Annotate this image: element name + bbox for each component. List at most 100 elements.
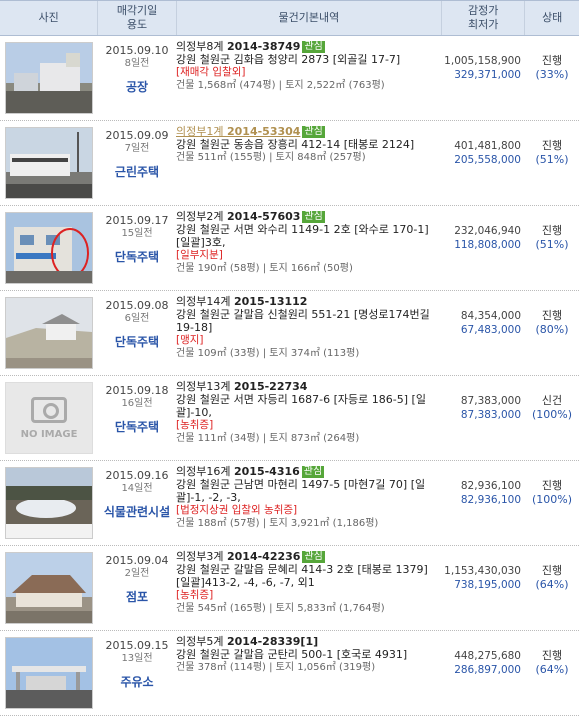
property-use[interactable]: 근린주택 (98, 166, 176, 179)
status-percent: (64%) (535, 578, 569, 591)
header-use-label: 용도 (126, 18, 148, 31)
appraisal-price: 232,046,940 (454, 225, 521, 237)
table-row[interactable]: 2015.09.10 8일전 공장 의정부8계 2014-38749 관심 강원 … (0, 36, 579, 121)
area-info: 건물 378㎡ (114평) | 토지 1,056㎡ (319평) (176, 662, 376, 673)
case-line[interactable]: 의정부13계 2015-22734 (176, 380, 442, 393)
status-percent: (100%) (531, 493, 573, 506)
case-line[interactable]: 의정부8계 2014-38749 관심 (176, 40, 442, 53)
court-name: 의정부13계 (176, 380, 231, 393)
appraisal-price: 87,383,000 (460, 395, 521, 407)
property-photo[interactable] (5, 127, 93, 199)
minimum-price: 87,383,000 (460, 409, 521, 421)
case-number[interactable]: 2015-13112 (234, 295, 307, 308)
property-photo[interactable] (5, 552, 93, 624)
area-info: 건물 190㎡ (58평) | 토지 166㎡ (50평) (176, 263, 353, 274)
status-percent: (33%) (535, 68, 569, 81)
sale-date: 2015.09.10 (105, 44, 169, 57)
interest-badge[interactable]: 관심 (302, 211, 325, 223)
case-line[interactable]: 의정부14계 2015-13112 (176, 295, 442, 308)
appraisal-price: 1,153,430,030 (444, 565, 521, 577)
case-number[interactable]: 2014-28339[1] (227, 635, 318, 648)
sale-date: 2015.09.16 (105, 469, 169, 482)
status-text: 진행 (541, 564, 563, 577)
property-photo[interactable] (5, 42, 93, 114)
property-address: 강원 철원군 갈말읍 문혜리 414-3 2호 [태봉로 1379] [일괄]4… (176, 563, 428, 589)
case-line[interactable]: 의정부3계 2014-42236 관심 (176, 550, 442, 563)
property-use[interactable]: 단독주택 (98, 251, 176, 264)
table-row[interactable]: 2015.09.15 13일전 주유소 의정부5계 2014-28339[1] … (0, 631, 579, 716)
case-line[interactable]: 의정부2계 2014-57603 관심 (176, 210, 442, 223)
special-note: [농취증] (176, 589, 214, 601)
table-header: 사진 매각기일 용도 물건기본내역 감정가 최저가 상태 (0, 0, 579, 36)
minimum-price: 82,936,100 (460, 494, 521, 506)
table-row[interactable]: 2015.09.09 7일전 근린주택 의정부1계 2014-53304 관심 강… (0, 121, 579, 206)
header-minimum-label: 최저가 (467, 18, 499, 31)
case-line[interactable]: 의정부5계 2014-28339[1] (176, 635, 442, 648)
days-left: 14일전 (121, 483, 153, 494)
minimum-price: 286,897,000 (454, 664, 521, 676)
days-left: 8일전 (124, 58, 150, 69)
header-price: 감정가 최저가 (442, 1, 526, 35)
status-percent: (51%) (535, 153, 569, 166)
appraisal-price: 1,005,158,900 (444, 55, 521, 67)
case-number[interactable]: 2014-38749 (227, 40, 300, 53)
days-left: 13일전 (121, 653, 153, 664)
case-number[interactable]: 2014-57603 (227, 210, 300, 223)
interest-badge[interactable]: 관심 (301, 466, 325, 478)
table-row[interactable]: 2015.09.16 14일전 식물관련시설 의정부16계 2015-4316 관… (0, 461, 579, 546)
status-text: 진행 (541, 224, 563, 237)
days-left: 7일전 (124, 143, 150, 154)
header-photo-label: 사진 (38, 11, 59, 24)
property-address: 강원 철원군 동송읍 장흥리 412-14 [태봉로 2124] (176, 138, 415, 151)
property-photo[interactable] (5, 297, 93, 369)
sale-date: 2015.09.17 (105, 214, 169, 227)
case-number[interactable]: 2014-42236 (227, 550, 300, 563)
property-use[interactable]: 단독주택 (98, 421, 176, 434)
case-line[interactable]: 의정부16계 2015-4316 관심 (176, 465, 442, 478)
case-number[interactable]: 2014-53304 (227, 125, 300, 138)
property-address: 강원 철원군 서면 와수리 1149-1 2호 [와수로 170-1] [일괄]… (176, 223, 429, 249)
header-status: 상태 (525, 1, 579, 35)
property-photo[interactable]: NO IMAGE (5, 382, 93, 454)
area-info: 건물 109㎡ (33평) | 토지 374㎡ (113평) (176, 348, 360, 359)
property-use[interactable]: 단독주택 (98, 336, 176, 349)
property-address: 강원 철원군 갈말읍 군탄리 500-1 [호국로 4931] (176, 648, 408, 661)
status-text: 진행 (541, 139, 563, 152)
interest-badge[interactable]: 관심 (302, 41, 325, 53)
special-note: [법정지상권 입찰외 농취증] (176, 504, 298, 516)
interest-badge[interactable]: 관심 (302, 126, 325, 138)
days-left: 6일전 (124, 313, 150, 324)
property-photo[interactable] (5, 637, 93, 709)
property-photo[interactable] (5, 467, 93, 539)
no-image-placeholder: NO IMAGE (6, 383, 92, 453)
area-info: 건물 511㎡ (155평) | 토지 848㎡ (257평) (176, 152, 366, 163)
auction-list-table: 사진 매각기일 용도 물건기본내역 감정가 최저가 상태 2015.09.10 8일… (0, 0, 579, 716)
appraisal-price: 448,275,680 (454, 650, 521, 662)
table-row[interactable]: 2015.09.17 15일전 단독주택 의정부2계 2014-57603 관심 … (0, 206, 579, 291)
property-address: 강원 철원군 근남면 마현리 1497-5 [마현7길 70] [일괄]-1, … (176, 478, 426, 504)
court-name: 의정부5계 (176, 635, 224, 648)
status-percent: (51%) (535, 238, 569, 251)
sale-date: 2015.09.09 (105, 129, 169, 142)
table-row[interactable]: 2015.09.08 6일전 단독주택 의정부14계 2015-13112 강원… (0, 291, 579, 376)
interest-badge[interactable]: 관심 (302, 551, 325, 563)
property-photo[interactable] (5, 212, 93, 284)
header-date-label: 매각기일 (116, 4, 158, 17)
minimum-price: 67,483,000 (460, 324, 521, 336)
case-number[interactable]: 2015-4316 (234, 465, 300, 478)
property-use[interactable]: 식물관련시설 (98, 506, 176, 519)
special-note: [재매각 입찰외] (176, 66, 246, 78)
table-row[interactable]: NO IMAGE 2015.09.18 16일전 단독주택 의정부13계 201… (0, 376, 579, 461)
property-use[interactable]: 공장 (98, 81, 176, 94)
appraisal-price: 82,936,100 (460, 480, 521, 492)
property-use[interactable]: 점포 (98, 591, 176, 604)
sale-date: 2015.09.18 (105, 384, 169, 397)
appraisal-price: 84,354,000 (460, 310, 521, 322)
case-number[interactable]: 2015-22734 (234, 380, 307, 393)
sale-date: 2015.09.08 (105, 299, 169, 312)
property-use[interactable]: 주유소 (98, 676, 176, 689)
header-date-use: 매각기일 용도 (98, 1, 177, 35)
table-row[interactable]: 2015.09.04 2일전 점포 의정부3계 2014-42236 관심 강원 … (0, 546, 579, 631)
case-line[interactable]: 의정부1계 2014-53304 관심 (176, 125, 442, 138)
property-address: 강원 철원군 갈말읍 신철원리 551-21 [명성로174번길 19-18] (176, 308, 430, 334)
